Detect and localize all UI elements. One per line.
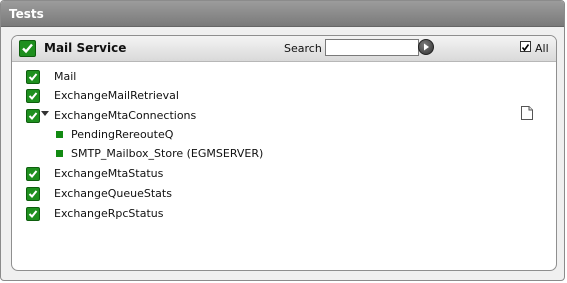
test-label[interactable]: ExchangeQueueStats [54,187,172,200]
status-square-icon [56,131,63,138]
window-title: Tests [9,7,44,21]
check-icon [28,73,38,81]
test-checkbox[interactable] [26,207,40,221]
test-row-exchangemtaconnections: ExchangeMtaConnections [12,108,542,126]
test-child-row: SMTP_Mailbox_Store (EGMSERVER) [12,146,542,164]
check-icon [521,44,530,52]
check-icon [28,112,38,120]
test-label[interactable]: ExchangeRpcStatus [54,207,163,220]
status-square-icon [56,150,63,157]
mail-service-checkbox[interactable] [19,40,36,57]
check-icon [28,92,38,100]
test-checkbox[interactable] [26,109,40,123]
go-arrow-icon [424,43,429,51]
child-label[interactable]: SMTP_Mailbox_Store (EGMSERVER) [71,147,263,160]
check-icon [28,170,38,178]
all-checkbox[interactable] [520,41,531,52]
search-input[interactable] [325,39,419,56]
check-icon [28,190,38,198]
tests-window: Tests Mail Service Search All Mail Excha… [0,0,565,281]
search-go-button[interactable] [418,39,434,55]
test-label[interactable]: ExchangeMtaStatus [54,167,163,180]
test-row-exchangemtastatus: ExchangeMtaStatus [12,166,542,184]
check-icon [22,43,33,54]
test-label[interactable]: ExchangeMtaConnections [54,109,196,122]
test-checkbox[interactable] [26,187,40,201]
panel-title: Mail Service [44,41,127,55]
test-child-row: PendingRereouteQ [12,127,542,145]
test-label[interactable]: Mail [54,70,76,83]
document-icon[interactable] [521,106,533,120]
test-checkbox[interactable] [26,167,40,181]
panel-header: Mail Service Search All [12,36,556,62]
mail-service-panel: Mail Service Search All Mail ExchangeMai… [11,35,557,271]
test-row-mail: Mail [12,69,542,87]
test-row-exchangemailretrieval: ExchangeMailRetrieval [12,88,542,106]
check-icon [28,210,38,218]
test-row-exchangequeuestats: ExchangeQueueStats [12,186,542,204]
all-label: All [535,42,549,55]
test-checkbox[interactable] [26,89,40,103]
title-bar: Tests [1,1,564,27]
search-label: Search [284,42,322,55]
test-label[interactable]: ExchangeMailRetrieval [54,89,179,102]
child-label[interactable]: PendingRereouteQ [71,128,173,141]
test-checkbox[interactable] [26,70,40,84]
test-row-exchangerpcstatus: ExchangeRpcStatus [12,206,542,224]
chevron-down-icon[interactable] [41,111,49,116]
